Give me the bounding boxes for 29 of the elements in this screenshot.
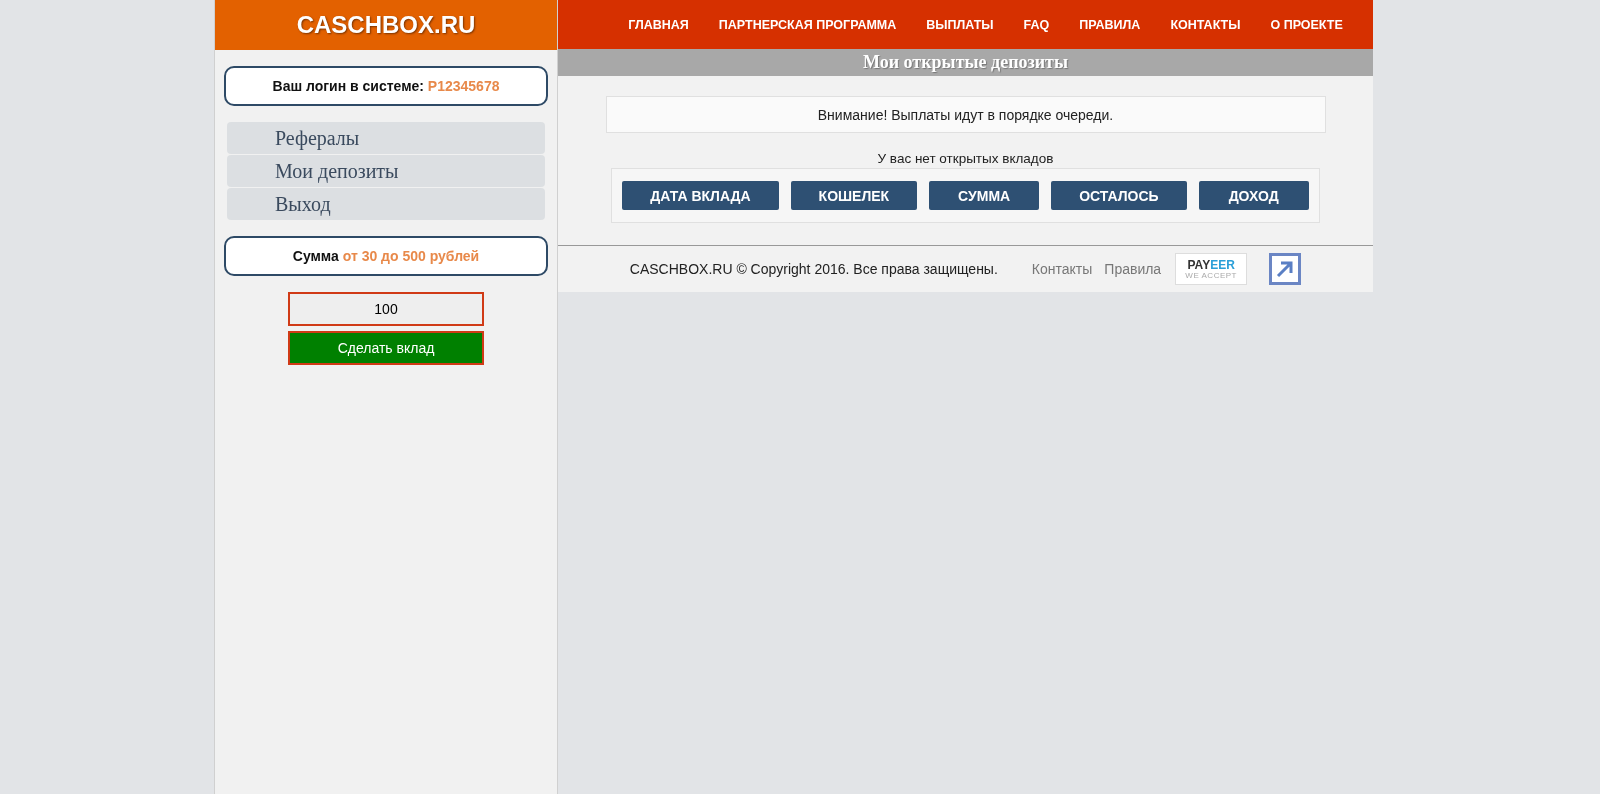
- nav-link[interactable]: ПАРТНЕРСКАЯ ПРОГРАММА: [718, 17, 897, 32]
- footer-link[interactable]: Правила: [1104, 261, 1162, 277]
- column-header: СУММА: [929, 181, 1040, 210]
- payeer-tagline: WE ACCEPT: [1185, 270, 1237, 280]
- sidebar-item[interactable]: Рефералы: [227, 122, 545, 154]
- site-logo[interactable]: CASCHBOX.RU: [215, 0, 557, 50]
- column-header: ДАТА ВКЛАДА: [622, 181, 779, 210]
- payeer-name: PAYEER: [1187, 258, 1235, 271]
- nav-link[interactable]: ГЛАВНАЯ: [628, 17, 689, 32]
- amount-input[interactable]: 100: [288, 292, 484, 326]
- amount-info: Сумма от 30 до 500 рублей: [224, 236, 548, 276]
- page-title: Мои открытые депозиты: [558, 49, 1373, 76]
- copyright-text: CASCHBOX.RU © Copyright 2016. Все права защищены.: [629, 261, 998, 277]
- sidebar-item[interactable]: Выход: [227, 188, 545, 220]
- deposit-button[interactable]: Сделать вклад: [288, 331, 484, 365]
- column-header: ОСТАЛОСЬ: [1051, 181, 1187, 210]
- payeer-badge[interactable]: PAYEER WE ACCEPT: [1175, 253, 1248, 285]
- login-info: Ваш логин в системе: P12345678: [224, 66, 548, 106]
- nav-link[interactable]: ПРАВИЛА: [1079, 17, 1141, 32]
- empty-message: У вас нет открытых вкладов: [877, 151, 1054, 166]
- nav-link[interactable]: О ПРОЕКТЕ: [1270, 17, 1343, 32]
- notice-banner: Внимание! Выплаты идут в порядке очереди.: [605, 96, 1326, 133]
- nav-link[interactable]: ВЫПЛАТЫ: [926, 17, 994, 32]
- column-header: КОШЕЛЕК: [790, 181, 918, 210]
- sidebar-item[interactable]: Мои депозиты: [227, 155, 545, 187]
- nav-link[interactable]: КОНТАКТЫ: [1170, 17, 1241, 32]
- footer-link[interactable]: Контакты: [1031, 261, 1093, 277]
- column-header: ДОХОД: [1198, 181, 1309, 210]
- nav-link[interactable]: FAQ: [1023, 17, 1050, 32]
